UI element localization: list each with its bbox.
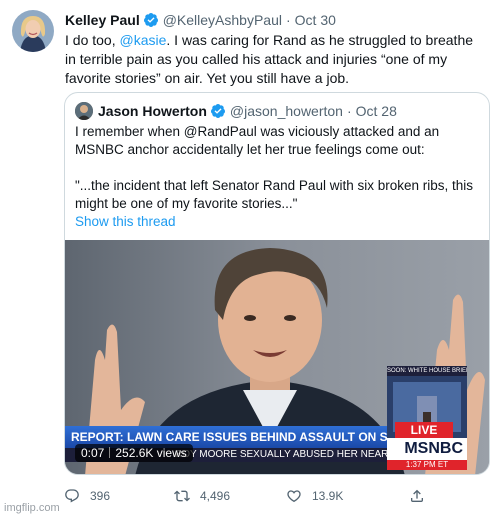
quoted-avatar-image	[75, 102, 93, 120]
broadcast-clock: 1:37 PM ET	[387, 460, 467, 470]
reply-count: 396	[90, 489, 111, 503]
share-icon	[411, 489, 423, 502]
header-separator: ·	[285, 12, 291, 28]
avatar-image	[12, 10, 54, 52]
quoted-author-handle[interactable]: @jason_howerton	[230, 103, 343, 119]
quoted-paragraph-1: I remember when @RandPaul was viciously …	[75, 124, 440, 157]
quoted-tweet-header: Jason Howerton @jason_howerton · Oct 28	[75, 101, 397, 121]
quoted-avatar[interactable]	[75, 102, 93, 120]
tweet[interactable]: Kelley Paul @KelleyAshbyPaul · Oct 30 I …	[0, 0, 500, 517]
tweet-text-start: I do too,	[65, 32, 120, 48]
briefing-label: SOON: WHITE HOUSE BRIEFING	[387, 366, 467, 376]
share-button[interactable]	[409, 486, 435, 506]
mention-link[interactable]: @kasie	[119, 32, 166, 48]
tweet-text: I do too, @kasie. I was caring for Rand …	[65, 31, 485, 88]
quoted-timestamp[interactable]: Oct 28	[356, 103, 397, 119]
video-elapsed: 0:07	[81, 446, 105, 460]
like-button[interactable]: 13.9K	[286, 486, 343, 506]
tweet-timestamp[interactable]: Oct 30	[295, 12, 336, 28]
video-views: 252.6K views	[115, 446, 187, 460]
network-name: MSNBC	[404, 440, 463, 457]
watermark: imgflip.com	[4, 502, 60, 514]
retweet-button[interactable]: 4,496	[174, 486, 230, 506]
network-logo: MSNBC	[387, 438, 467, 460]
author-handle[interactable]: @KelleyAshbyPaul	[163, 12, 282, 28]
reply-icon	[65, 489, 79, 503]
quoted-tweet[interactable]: Jason Howerton @jason_howerton · Oct 28 …	[64, 92, 490, 475]
quoted-author-name[interactable]: Jason Howerton	[98, 103, 207, 119]
action-bar: 396 4,496 13.9K	[64, 486, 490, 506]
verified-badge-icon	[143, 13, 158, 27]
reply-button[interactable]: 396	[64, 486, 110, 506]
show-thread-link[interactable]: Show this thread	[75, 213, 485, 231]
live-badge: LIVE	[395, 422, 453, 438]
heart-icon	[287, 490, 301, 503]
quoted-verified-badge-icon	[210, 104, 225, 118]
quoted-header-separator: ·	[346, 103, 352, 119]
retweet-icon	[174, 490, 190, 502]
like-count: 13.9K	[312, 489, 344, 503]
video-stats: 0:07 252.6K views	[75, 444, 193, 462]
quoted-paragraph-2: "...the incident that left Senator Rand …	[75, 178, 473, 211]
quoted-tweet-text: I remember when @RandPaul was viciously …	[75, 123, 485, 231]
retweet-count: 4,496	[200, 489, 231, 503]
ticker-text: ROY MOORE SEXUALLY ABUSED HER NEARLY 40 …	[175, 449, 387, 460]
author-name[interactable]: Kelley Paul	[65, 12, 140, 28]
tweet-header: Kelley Paul @KelleyAshbyPaul · Oct 30	[65, 10, 336, 30]
video-player[interactable]: REPORT: LAWN CARE ISSUES BEHIND ASSAULT …	[65, 240, 489, 474]
avatar[interactable]	[12, 10, 54, 52]
